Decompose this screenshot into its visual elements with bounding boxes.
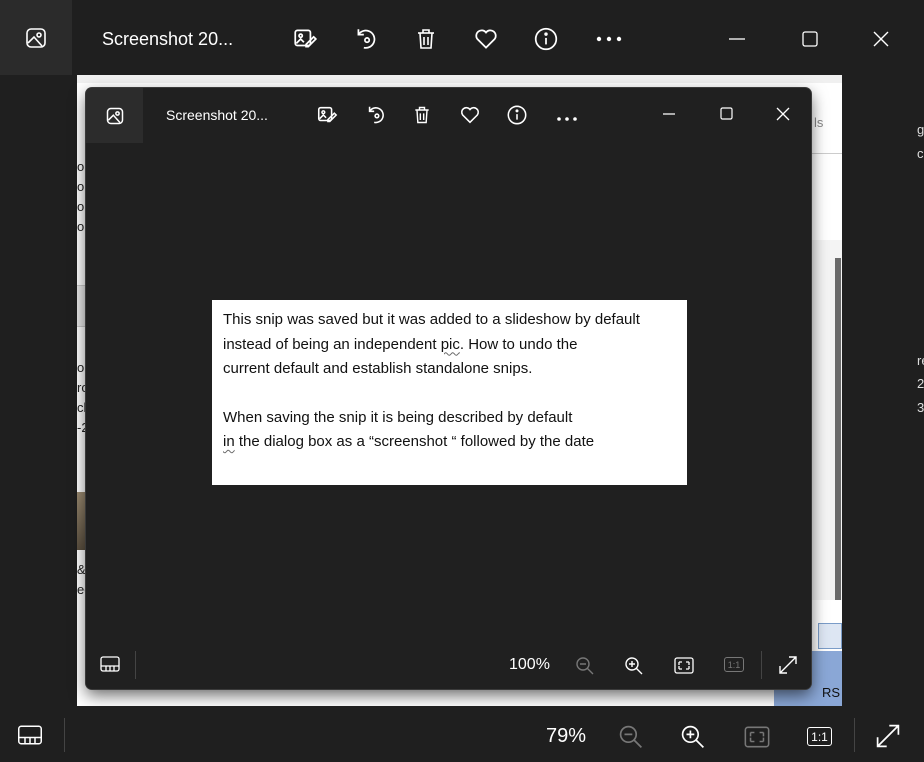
minimize-icon (729, 38, 745, 40)
note-text: pic (440, 335, 460, 353)
rotate-icon (357, 29, 376, 49)
note-image: This snip was saved but it was added to … (212, 300, 687, 485)
inner-window-title: Screenshot 20... (166, 107, 268, 123)
inner-zoom-level: 100% (509, 656, 550, 673)
note-text: in (223, 433, 235, 450)
background-scrollbar (835, 258, 841, 600)
toolbar-separator (854, 718, 855, 752)
note-text: . How to undo the (459, 335, 578, 353)
title-bar: Screenshot 20... (0, 0, 924, 75)
info-icon (534, 27, 558, 51)
favorite-icon (475, 29, 497, 49)
window-title: Screenshot 20... (102, 29, 234, 49)
note-text: the dialog box as a “screenshot “ follow… (234, 433, 595, 450)
zoom-in-icon (624, 656, 644, 681)
favorite-icon (459, 104, 481, 131)
more-icon (596, 36, 622, 42)
delete-icon (412, 104, 432, 131)
background-panel (77, 285, 86, 327)
zoom-out-icon (619, 725, 642, 748)
background-text: c (917, 146, 924, 161)
delete-icon (418, 29, 434, 49)
maximize-button[interactable] (795, 24, 825, 54)
edit-image-icon (294, 29, 318, 48)
fullscreen-icon (876, 724, 900, 748)
actual-size-icon: 1:1 (724, 657, 744, 672)
note-line: in the dialog box as a “screenshot “ fol… (223, 430, 676, 455)
note-line: When saving the snip it is being describ… (223, 406, 676, 431)
delete-button[interactable] (411, 24, 441, 54)
note-line: This snip was saved but it was added to … (223, 308, 676, 333)
rotate-icon (365, 104, 387, 131)
fit-to-window-icon (744, 726, 770, 748)
photos-app-icon (86, 88, 143, 143)
inner-photos-window: Screenshot 20... This snip was saved but… (86, 88, 811, 689)
background-text: RS (822, 685, 841, 700)
more-icon (556, 110, 578, 128)
toolbar-separator (761, 651, 762, 679)
background-text: g (917, 122, 924, 137)
close-icon (776, 107, 790, 126)
zoom-out-icon (575, 656, 595, 681)
bottom-toolbar: 79% 1:1 (0, 706, 924, 762)
toolbar-separator (64, 718, 65, 752)
more-button[interactable] (594, 24, 624, 54)
note-text: instead of being an independent (223, 335, 441, 353)
close-icon (873, 31, 889, 47)
edit-image-button[interactable] (290, 24, 320, 54)
fit-to-window-icon (674, 657, 694, 679)
filmstrip-icon (100, 656, 120, 677)
background-text: o (77, 360, 85, 375)
inner-bottom-toolbar: 100% 1:1 (86, 641, 811, 689)
background-text: 3 (917, 400, 924, 415)
rotate-button[interactable] (351, 24, 381, 54)
background-button (818, 623, 842, 649)
minimize-icon (662, 107, 676, 126)
photos-app-icon[interactable] (0, 0, 72, 75)
filmstrip-icon (18, 725, 42, 745)
filmstrip-button[interactable] (16, 722, 44, 748)
edit-image-icon (316, 104, 338, 131)
background-strip (77, 75, 842, 83)
toolbar-separator (135, 651, 136, 679)
maximize-icon (802, 31, 818, 47)
zoom-in-icon (681, 725, 704, 748)
note-text: When saving the snip it is being describ… (223, 408, 573, 426)
note-text: current default and establish standalone… (223, 360, 533, 377)
favorite-button[interactable] (471, 24, 501, 54)
note-text: This snip was saved but it was added to … (223, 311, 640, 328)
close-button[interactable] (866, 24, 896, 54)
zoom-in-button[interactable] (679, 723, 707, 751)
minimize-button[interactable] (722, 24, 752, 54)
maximize-icon (720, 107, 733, 125)
info-button[interactable] (531, 24, 561, 54)
background-text: 24 (917, 376, 924, 391)
note-line: current default and establish standalone… (223, 357, 676, 382)
info-icon (506, 104, 528, 131)
fullscreen-button[interactable] (874, 722, 902, 750)
fullscreen-icon (778, 655, 798, 680)
background-divider (810, 153, 842, 154)
background-text: re (917, 353, 924, 368)
background-thumbnail (77, 492, 86, 550)
actual-size-button[interactable]: 1:1 (807, 727, 832, 746)
zoom-out-button[interactable] (617, 723, 645, 751)
background-text: & (77, 562, 86, 577)
note-line: instead of being an independent pic. How… (223, 333, 676, 358)
background-text: ls (814, 115, 824, 130)
fit-to-window-button[interactable] (743, 724, 771, 750)
zoom-level[interactable]: 79% (546, 725, 586, 748)
